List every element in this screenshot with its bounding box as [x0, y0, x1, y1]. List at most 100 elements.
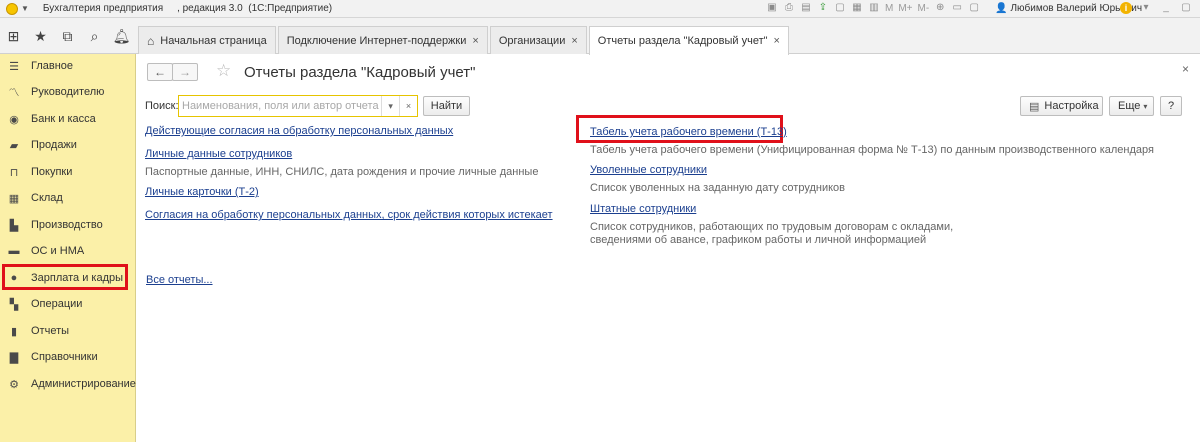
sidebar-item-directories[interactable]: ▇ Справочники: [0, 345, 136, 369]
close-icon[interactable]: ×: [571, 35, 577, 47]
forward-arrow-icon[interactable]: →: [172, 63, 198, 81]
tab-internet-support[interactable]: Подключение Интернет-поддержки ×: [277, 26, 488, 54]
tab-label: Отчеты раздела "Кадровый учет": [597, 35, 768, 47]
sidebar-item-purchases[interactable]: ⊓ Покупки: [0, 160, 136, 184]
toolbar-row: ⊞ ★ ⧉ ⌕ 🔔︎ ⌂ Начальная страница Подключе…: [0, 18, 1200, 55]
tab-organizations[interactable]: Организации ×: [489, 26, 587, 54]
info-icon[interactable]: i: [1120, 2, 1132, 14]
chevron-down-icon[interactable]: ▾: [381, 96, 399, 116]
sidebar-item-administration[interactable]: ⚙ Администрирование: [0, 372, 136, 396]
sidebar-item-bank[interactable]: ◉ Банк и касса: [0, 107, 136, 131]
sidebar-item-label: Администрирование: [31, 378, 136, 390]
report-link-timesheet[interactable]: Табель учета рабочего времени (Т-13): [590, 126, 787, 138]
report-link-staff[interactable]: Штатные сотрудники: [590, 203, 696, 215]
report-link-personal-data[interactable]: Личные данные сотрудников: [145, 148, 292, 160]
sidebar-item-operations[interactable]: ▚ Операции: [0, 292, 136, 316]
app-logo-icon[interactable]: [6, 2, 18, 15]
page-title: Отчеты раздела "Кадровый учет": [244, 64, 476, 81]
sidebar-item-label: ОС и НМА: [31, 245, 85, 257]
restore-icon[interactable]: ▭: [951, 2, 963, 14]
star-icon[interactable]: ★: [27, 18, 54, 54]
dropdown-icon[interactable]: ▾: [1140, 2, 1152, 14]
report-desc-staff-line2: сведениями об авансе, графиком работы и …: [590, 234, 927, 246]
close-icon[interactable]: ×: [774, 35, 780, 47]
memory-button[interactable]: M: [885, 3, 893, 14]
close-icon[interactable]: ×: [472, 35, 478, 47]
report-link-expiring-consents[interactable]: Согласия на обработку персональных данны…: [145, 209, 553, 221]
settings-button[interactable]: ▤ Настройка: [1020, 96, 1103, 116]
sidebar-item-warehouse[interactable]: ▦ Склад: [0, 186, 136, 210]
bag-icon: ▰: [9, 139, 19, 152]
warehouse-icon: ▦: [8, 192, 20, 205]
window-title: Бухгалтерия предприятия , редакция 3.0 (…: [42, 3, 333, 14]
bank-icon: ◉: [9, 113, 19, 126]
preview-icon[interactable]: ▤: [800, 2, 812, 14]
help-button[interactable]: ?: [1160, 96, 1182, 116]
save-icon[interactable]: ▣: [766, 2, 778, 14]
close-icon[interactable]: ×: [1182, 62, 1189, 76]
minimize-icon[interactable]: _: [1160, 2, 1172, 14]
memory-plus-button[interactable]: M+: [898, 3, 912, 14]
find-button[interactable]: Найти: [423, 96, 470, 116]
sidebar-item-production[interactable]: ▙ Производство: [0, 213, 136, 237]
sidebar-item-label: Операции: [31, 298, 83, 310]
sidebar-item-fixed-assets[interactable]: ▬ ОС и НМА: [0, 239, 136, 263]
factory-icon: ▙: [9, 219, 19, 232]
apps-grid-icon[interactable]: ⊞: [0, 18, 27, 54]
gear-icon: ⚙: [9, 378, 19, 391]
tab-bar: ⌂ Начальная страница Подключение Интерне…: [138, 26, 791, 55]
document-icon[interactable]: ▢: [834, 2, 846, 14]
more-button[interactable]: Еще ▾: [1109, 96, 1154, 116]
print-icon[interactable]: ⎙: [783, 2, 795, 14]
all-reports-link[interactable]: Все отчеты...: [146, 274, 213, 286]
title-toolbar: ▣ ⎙ ▤ ⇪ ▢ ▦ ▥ M M+ M- ⊕ ▭ ▢: [766, 2, 980, 14]
sidebar-item-manager[interactable]: 〽 Руководителю: [0, 80, 136, 104]
back-arrow-icon[interactable]: ←: [147, 63, 173, 81]
report-link-dismissed[interactable]: Уволенные сотрудники: [590, 164, 707, 176]
tab-hr-reports[interactable]: Отчеты раздела "Кадровый учет" ×: [588, 26, 789, 55]
history-icon[interactable]: ⧉: [54, 18, 81, 54]
sidebar-item-label: Руководителю: [31, 86, 105, 98]
sidebar-item-label: Отчеты: [31, 325, 70, 337]
navigation-buttons: ← →: [147, 63, 198, 81]
favorite-star-icon[interactable]: ☆: [216, 61, 231, 81]
tab-label: Подключение Интернет-поддержки: [286, 34, 467, 47]
settings-icon: ▤: [1029, 100, 1040, 113]
window-controls: i ▾ _ ▢ ✕: [1120, 2, 1200, 14]
sidebar-item-sales[interactable]: ▰ Продажи: [0, 133, 136, 157]
report-link-active-consents[interactable]: Действующие согласия на обработку персон…: [145, 125, 453, 137]
report-desc-staff-line1: Список сотрудников, работающих по трудов…: [590, 221, 954, 233]
cart-icon: ⊓: [9, 166, 19, 179]
chevron-down-icon: ▾: [1143, 102, 1148, 111]
clear-icon[interactable]: ×: [399, 96, 417, 116]
menu-icon: ☰: [9, 60, 19, 73]
zoom-icon[interactable]: ⊕: [934, 2, 946, 14]
sidebar-item-label: Банк и касса: [31, 113, 96, 125]
tab-label: Начальная страница: [160, 34, 267, 47]
search-input[interactable]: [182, 97, 382, 115]
maximize-icon[interactable]: ▢: [1180, 2, 1192, 14]
sidebar-item-reports[interactable]: ▮ Отчеты: [0, 319, 136, 343]
sidebar-item-main[interactable]: ☰ Главное: [0, 54, 136, 78]
upload-icon[interactable]: ⇪: [817, 2, 829, 14]
memory-minus-button[interactable]: M-: [918, 3, 930, 14]
tab-home[interactable]: ⌂ Начальная страница: [138, 26, 276, 54]
report-desc-dismissed: Список уволенных на заданную дату сотруд…: [590, 182, 846, 194]
app-menu-arrow-icon[interactable]: ▼: [21, 4, 29, 13]
main-content: ← → ☆ Отчеты раздела "Кадровый учет" × П…: [137, 55, 1200, 442]
bell-icon[interactable]: 🔔︎: [108, 18, 135, 54]
fullscreen-icon[interactable]: ▢: [968, 2, 980, 14]
report-link-personal-cards[interactable]: Личные карточки (Т-2): [145, 186, 259, 198]
tab-label: Организации: [498, 34, 566, 47]
sidebar-item-label: Продажи: [31, 139, 77, 151]
search-icon[interactable]: ⌕: [81, 18, 108, 54]
book-icon: ▇: [9, 351, 19, 364]
report-desc-timesheet: Табель учета рабочего времени (Унифициро…: [590, 144, 1154, 156]
search-label: Поиск:: [145, 100, 179, 112]
sidebar: ☰ Главное 〽 Руководителю ◉ Банк и касса …: [0, 54, 136, 442]
calendar-icon[interactable]: ▥: [868, 2, 880, 14]
report-desc-personal-data: Паспортные данные, ИНН, СНИЛС, дата рожд…: [145, 166, 539, 178]
sidebar-highlight-frame: [2, 264, 128, 290]
calculator-icon[interactable]: ▦: [851, 2, 863, 14]
chart-line-icon: 〽: [8, 87, 20, 99]
